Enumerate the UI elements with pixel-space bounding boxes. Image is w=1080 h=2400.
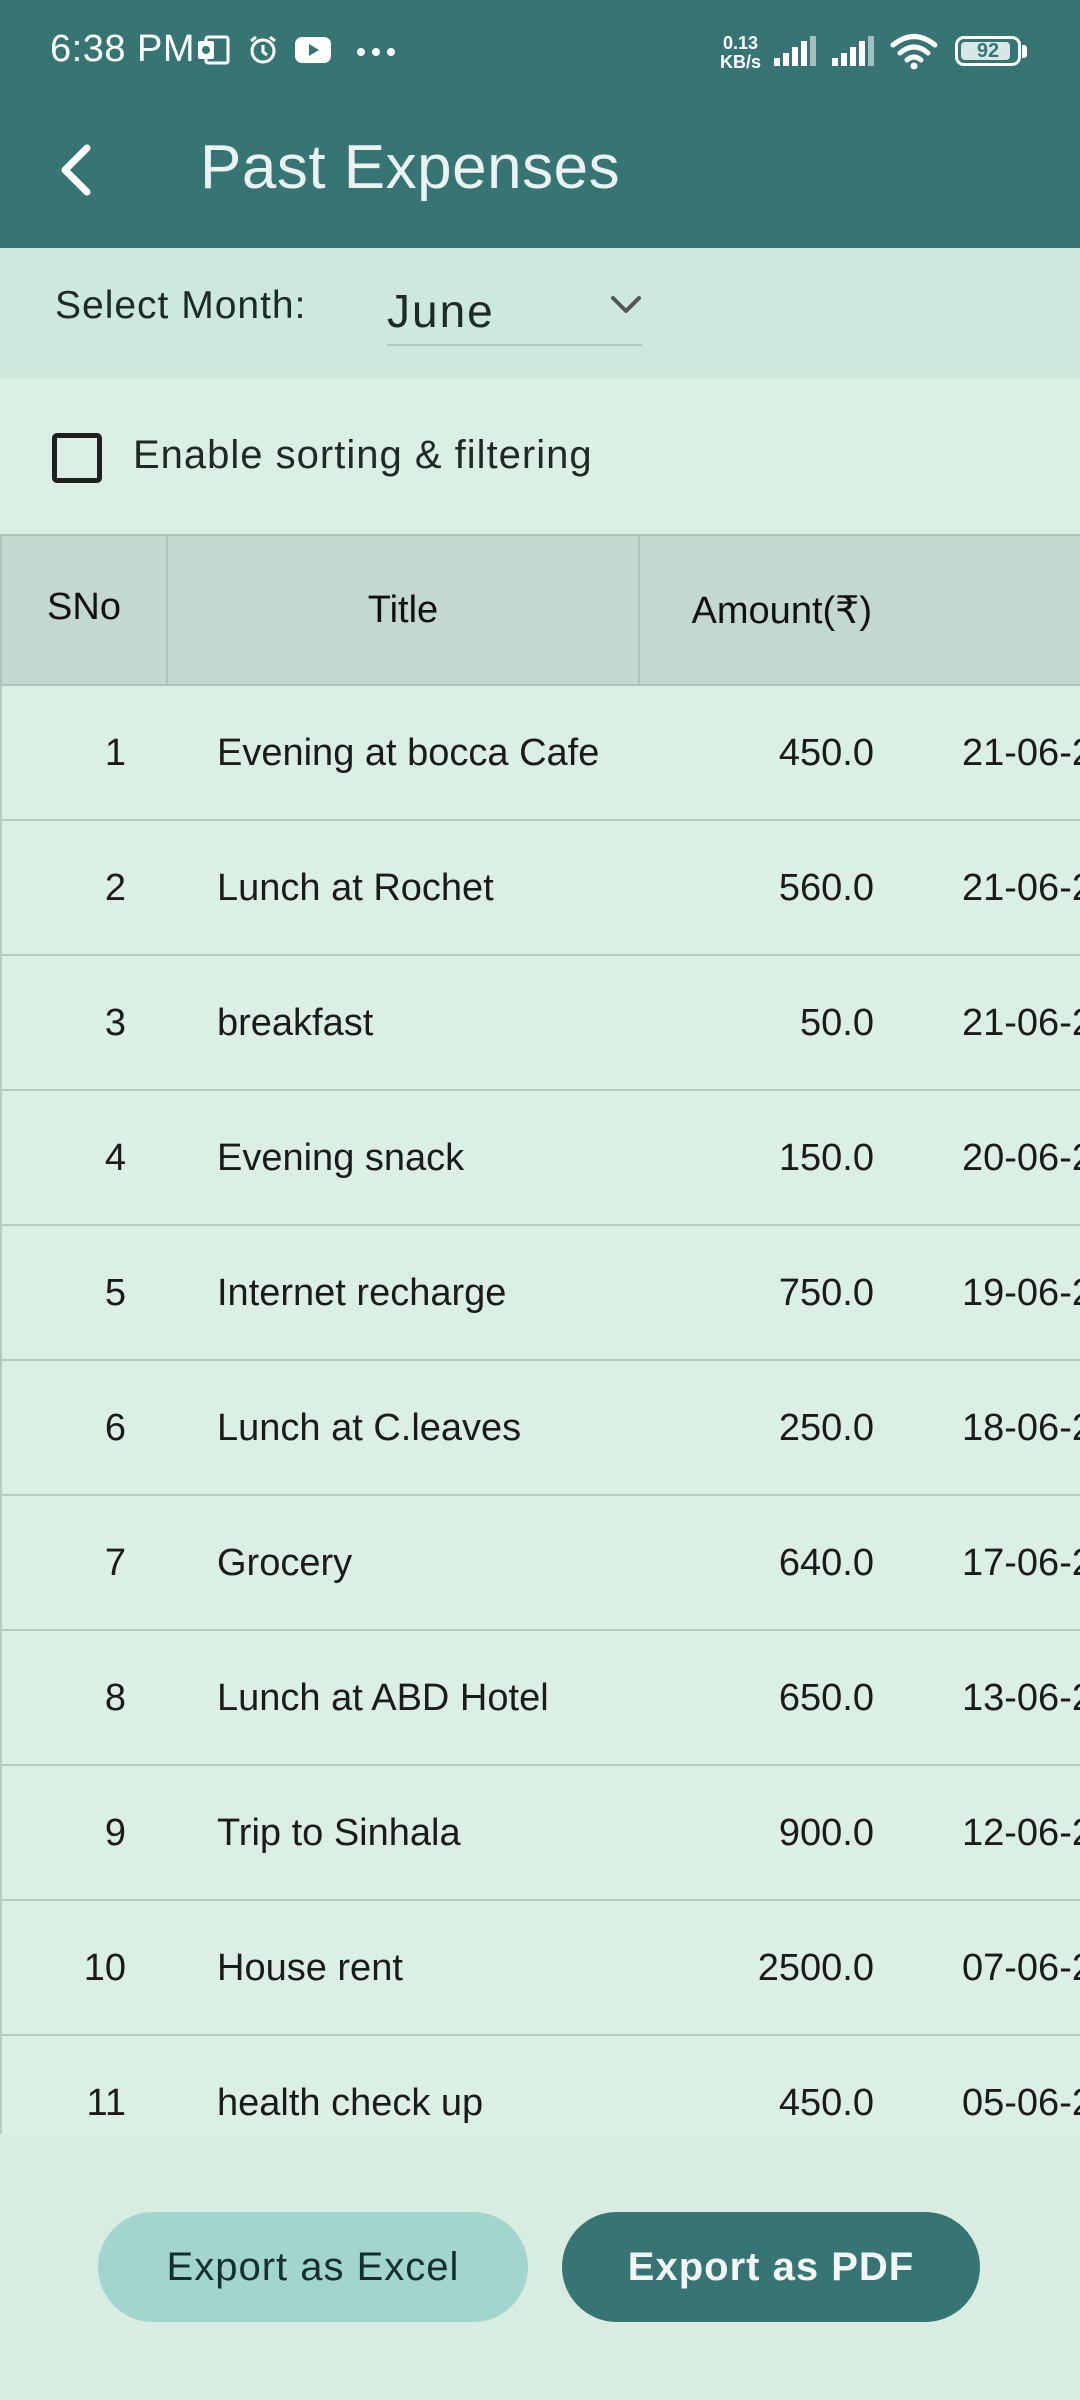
table-row[interactable]: 3 breakfast 50.0 21-06-2 [0,956,1080,1091]
column-header-amount[interactable]: Amount(₹) [640,536,872,684]
month-dropdown[interactable]: June [387,270,642,346]
cell-date: 18-06-2 [962,1407,1080,1449]
chevron-down-icon [611,296,641,313]
table-row[interactable]: 6 Lunch at C.leaves 250.0 18-06-2 [0,1361,1080,1496]
cell-amount: 560.0 [778,867,874,909]
cell-amount: 150.0 [778,1137,874,1179]
cell-title: Evening snack [217,1137,465,1179]
cell-amount: 750.0 [778,1272,874,1314]
cell-date: 07-06-2 [962,1947,1080,1989]
cell-title: Trip to Sinhala [217,1812,461,1854]
more-dots-icon [356,44,396,62]
table-row[interactable]: 9 Trip to Sinhala 900.0 12-06-2 [0,1766,1080,1901]
cell-amount: 450.0 [778,2082,874,2124]
sorting-toggle-row: Enable sorting & filtering [0,378,1080,534]
cell-amount: 450.0 [778,732,874,774]
battery-tip [1022,45,1027,58]
cell-title: Lunch at ABD Hotel [217,1677,549,1719]
cell-sno: 1 [104,732,126,774]
cell-sno: 5 [104,1272,126,1314]
cell-date: 20-06-2 [962,1137,1080,1179]
cell-date: 21-06-2 [962,732,1080,774]
cell-title: health check up [217,2082,484,2124]
cell-date: 12-06-2 [962,1812,1080,1854]
network-speed-unit: KB/s [720,52,762,72]
cell-title: breakfast [217,1002,374,1044]
export-pdf-button[interactable]: Export as PDF [562,2212,980,2322]
battery-icon: 92 [955,36,1021,66]
wifi-icon [890,32,938,75]
export-actions: Export as Excel Export as PDF [0,2134,1080,2400]
page-title: Past Expenses [200,133,621,202]
back-arrow-icon [61,144,91,196]
cell-sno: 7 [104,1542,126,1584]
cell-title: Lunch at C.leaves [217,1407,522,1449]
table-row[interactable]: 5 Internet recharge 750.0 19-06-2 [0,1226,1080,1361]
youtube-icon [294,34,332,71]
cell-amount: 50.0 [800,1002,874,1044]
cell-title: Internet recharge [217,1272,507,1314]
cell-date: 21-06-2 [962,1002,1080,1044]
cell-title: Evening at bocca Cafe [217,732,600,774]
cell-date: 17-06-2 [962,1542,1080,1584]
cell-amount: 900.0 [778,1812,874,1854]
cell-sno: 8 [104,1677,126,1719]
signal-icon [772,34,818,73]
cell-sno: 11 [86,2082,126,2124]
month-label: Select Month: [55,284,307,327]
export-excel-button[interactable]: Export as Excel [98,2212,528,2322]
cell-sno: 9 [104,1812,126,1854]
cell-date: 05-06-2 [962,2082,1080,2124]
cell-sno: 6 [104,1407,126,1449]
cell-sno: 4 [104,1137,126,1179]
app-header: 6:38 PM 0.13 KB/s 92 Past Expenses [0,0,1080,248]
month-selector-bar: Select Month: June [0,248,1080,378]
sorting-checkbox[interactable] [52,433,102,483]
table-row[interactable]: 8 Lunch at ABD Hotel 650.0 13-06-2 [0,1631,1080,1766]
month-value: June [387,285,495,337]
network-speed-value: 0.13 [722,33,759,53]
table-header: SNo Title Amount(₹) [0,534,1080,686]
table-row[interactable]: 7 Grocery 640.0 17-06-2 [0,1496,1080,1631]
cell-title: Lunch at Rochet [217,867,494,909]
network-speed: 0.13 KB/s [720,34,761,72]
table-row[interactable]: 10 House rent 2500.0 07-06-2 [0,1901,1080,2036]
cell-amount: 2500.0 [757,1947,874,1989]
cell-amount: 650.0 [778,1677,874,1719]
status-bar: 6:38 PM 0.13 KB/s 92 [0,0,1080,100]
expenses-table: SNo Title Amount(₹) 1 Evening at bocca C… [0,534,1080,2134]
cell-date: 13-06-2 [962,1677,1080,1719]
table-row[interactable]: 11 health check up 450.0 05-06-2 [0,2036,1080,2134]
table-row[interactable]: 4 Evening snack 150.0 20-06-2 [0,1091,1080,1226]
cell-title: House rent [217,1947,403,1989]
outlook-icon [196,34,230,71]
alarm-icon [247,34,279,71]
cell-title: Grocery [217,1542,353,1584]
column-header-title[interactable]: Title [168,536,640,684]
cell-amount: 640.0 [778,1542,874,1584]
sorting-label[interactable]: Enable sorting & filtering [133,433,593,478]
cell-sno: 3 [104,1002,126,1044]
cell-date: 21-06-2 [962,867,1080,909]
back-button[interactable] [44,134,106,206]
cell-amount: 250.0 [778,1407,874,1449]
battery-level: 92 [976,40,1000,62]
cell-sno: 2 [104,867,126,909]
table-row[interactable]: 1 Evening at bocca Cafe 450.0 21-06-2 [0,686,1080,821]
column-header-sno[interactable]: SNo [0,536,168,684]
cell-date: 19-06-2 [962,1272,1080,1314]
status-time: 6:38 PM [50,28,196,70]
signal-icon [830,34,876,73]
cell-sno: 10 [83,1947,126,1989]
table-row[interactable]: 2 Lunch at Rochet 560.0 21-06-2 [0,821,1080,956]
